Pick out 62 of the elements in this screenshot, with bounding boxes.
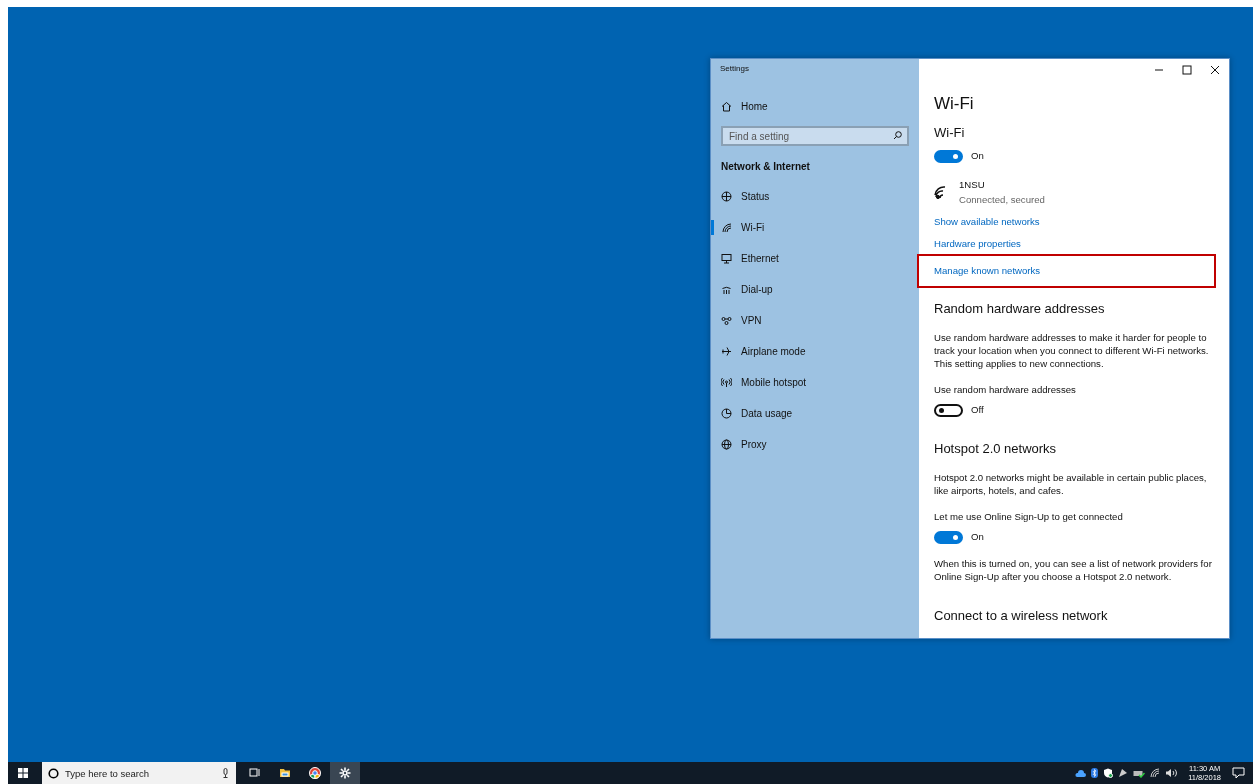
page-title: Wi-Fi [934,94,975,115]
description-text: When this is turned on, you can see a list of network providers for Online Sign-Up after you choose a Hotspot 2.0 network. [934,558,1213,585]
cloud-icon[interactable] [1075,768,1087,778]
shield-icon[interactable] [1103,768,1114,778]
description-text: Hotspot 2.0 networks might be available in certain public places, like airports, hotels, and cafes. [934,471,1208,498]
sidebar-item[interactable]: Mobile hotspot [711,367,909,398]
description-text: Use random hardware addresses to make it harder for people to track your location when you connect to different Wi-Fi networks. This setting applies to new connections. [934,331,1210,371]
taskbar-search-field[interactable]: Type here to search [42,762,236,784]
monitor-icon [721,253,732,264]
network-status: Connected, secured [959,192,1045,207]
windows-logo-icon [18,768,28,778]
window-title: Settings [720,63,750,75]
toggle-switch[interactable] [934,149,963,163]
task-view-icon [249,767,261,779]
globe-icon [721,191,732,202]
sidebar-item[interactable]: Wi-Fi [711,212,909,243]
phone-icon [721,284,732,295]
toggle-state: On [971,148,984,163]
antenna-icon [721,377,732,388]
setting-label: Let me use Online Sign-Up to get connected [934,509,1124,524]
link[interactable]: Hardware properties [934,237,1021,252]
browser-logo-icon [309,767,321,779]
circle-icon [48,767,59,779]
link-icon [721,315,732,326]
bluetooth-icon[interactable] [1091,768,1099,778]
section-heading: Wi-Fi [934,124,966,143]
link[interactable]: Manage known networks [934,263,1041,279]
section-heading: Connect to a wireless network [934,607,1109,626]
taskbar-app[interactable] [330,762,360,784]
sidebar-item[interactable]: Ethernet [711,243,909,274]
home-link[interactable]: Home [741,99,768,114]
toggle-state: On [971,530,984,545]
sidebar-item[interactable]: Proxy [711,429,909,460]
drive-check-icon[interactable] [1133,768,1146,778]
toggle-state: Off [971,402,984,417]
sidebar-item[interactable]: Data usage [711,398,909,429]
section-heading: Random hardware addresses [934,300,1106,319]
search-field[interactable]: Find a setting [721,126,909,146]
sidebar-item[interactable]: Dial-up [711,274,909,305]
link[interactable]: Show available networks [934,215,1040,230]
gear-icon [339,767,351,779]
home-icon[interactable] [721,101,732,112]
wifi-icon [721,222,732,233]
maximize-icon[interactable] [1182,65,1192,75]
search-icon [893,131,902,140]
globe-icon [721,439,732,450]
airplane-icon [721,346,732,357]
setting-label: Use random hardware addresses [934,382,1077,397]
microphone-icon[interactable] [222,768,229,778]
section-heading: Hotspot 2.0 networks [934,440,1058,459]
volume-icon[interactable] [1165,768,1178,778]
toggle-switch[interactable] [934,530,963,544]
toggle-switch[interactable] [934,403,963,417]
sidebar-item[interactable]: Status [711,181,909,212]
sidebar-item[interactable]: Airplane mode [711,336,909,367]
network-name: 1NSU [959,178,986,193]
sidebar-item[interactable]: VPN [711,305,909,336]
section-heading: Network & Internet [721,160,811,174]
close-icon[interactable] [1210,65,1220,75]
folder-icon [279,767,291,779]
pie-chart-icon [721,408,732,419]
notification-icon[interactable] [1232,767,1245,779]
